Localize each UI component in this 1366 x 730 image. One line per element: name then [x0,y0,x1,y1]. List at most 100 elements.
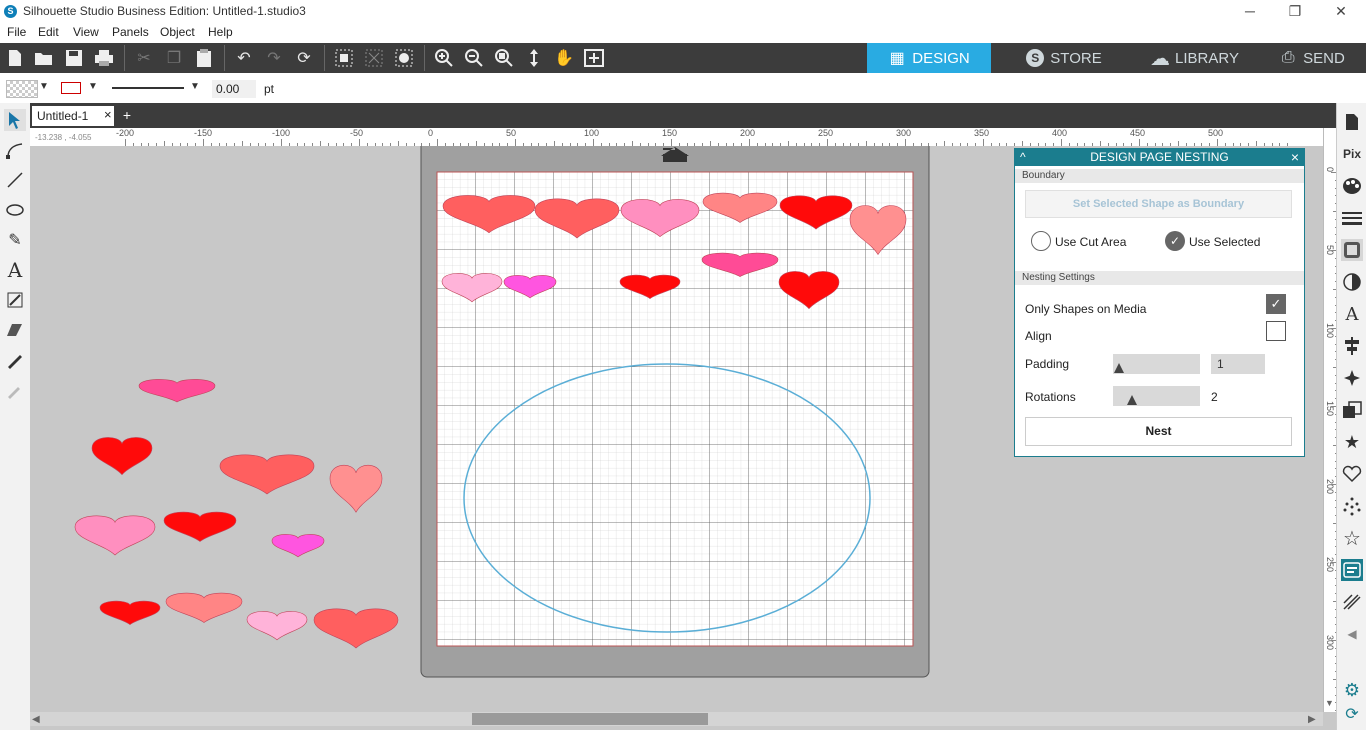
point-edit-tool-icon[interactable] [4,139,26,161]
set-boundary-button[interactable]: Set Selected Shape as Boundary [1025,190,1292,218]
fit-page-icon[interactable] [583,47,605,69]
eraser-tool-icon[interactable] [4,319,26,341]
line-color-swatch[interactable] [61,82,81,94]
padding-input[interactable]: 1 [1211,354,1265,374]
padding-slider-handle[interactable] [1114,363,1124,373]
heart-shape[interactable] [138,379,216,403]
line-style-dropdown-icon[interactable]: ▼ [190,81,200,92]
copy-icon[interactable]: ❐ [163,47,185,69]
compound-icon[interactable] [393,47,415,69]
heart-shape[interactable] [329,464,383,513]
only-shapes-checkbox[interactable]: ✓ [1266,294,1286,314]
knife-tool-icon[interactable] [4,349,26,371]
menu-panels[interactable]: Panels [112,25,149,39]
heart-shape[interactable] [91,437,153,476]
menu-view[interactable]: View [73,25,99,39]
tab-store[interactable]: S STORE [1004,43,1124,73]
use-cut-area-radio[interactable] [1031,231,1051,251]
align-icon[interactable] [1341,335,1363,357]
weld-icon[interactable] [1341,591,1363,613]
fill-dropdown-icon[interactable]: ▼ [39,81,49,92]
zoom-select-icon[interactable] [493,47,515,69]
offset-icon[interactable] [1341,463,1363,485]
tab-design[interactable]: ▦ DESIGN [867,43,991,73]
heart-shape[interactable] [163,511,237,542]
tab-send[interactable]: ⎙ SEND [1262,43,1362,73]
undo-icon[interactable]: ↶ [233,47,255,69]
pencil-tool-icon[interactable]: ✎ [4,229,26,251]
align-checkbox[interactable] [1266,321,1286,341]
zoom-out-icon[interactable] [463,47,485,69]
pixscan-icon[interactable]: Pix [1341,143,1363,165]
scroll-down-icon[interactable]: ▼ [1323,698,1336,712]
scrollbar-thumb[interactable] [472,713,708,725]
heart-shape[interactable] [246,611,308,641]
line-width-input[interactable]: 0.00 [212,80,256,98]
group-icon[interactable] [333,47,355,69]
page-setup-icon[interactable] [1341,111,1363,133]
menu-object[interactable]: Object [160,25,195,39]
padding-slider[interactable] [1113,354,1200,374]
heart-shape[interactable] [165,592,243,623]
ungroup-icon[interactable] [363,47,385,69]
scroll-left-icon[interactable]: ◀ [32,714,40,725]
line-color-dropdown-icon[interactable]: ▼ [88,81,98,92]
cut-icon[interactable]: ✂ [133,47,155,69]
move-icon[interactable] [523,47,545,69]
sync-icon[interactable]: ⟳ [1341,703,1363,725]
fill-swatch[interactable] [6,80,38,98]
scroll-right-icon[interactable]: ▶ [1308,714,1316,725]
tab-library[interactable]: ☁ LIBRARY [1130,43,1260,73]
line-style-preview[interactable] [112,87,184,89]
pan-hand-icon[interactable]: ✋ [553,47,575,69]
heart-shape[interactable] [74,515,156,556]
heart-shape[interactable] [219,454,315,495]
save-icon[interactable] [63,47,85,69]
heart-shape[interactable] [271,534,325,558]
zoom-in-icon[interactable] [433,47,455,69]
nest-button[interactable]: Nest [1025,417,1292,446]
close-button[interactable]: ✕ [1331,2,1351,20]
collapse-panel-icon[interactable]: ◀ [1341,623,1363,645]
horizontal-scrollbar[interactable]: ◀ ▶ [30,712,1323,726]
modify-icon[interactable] [1341,399,1363,421]
text-style-icon[interactable]: A [1341,303,1363,325]
menu-file[interactable]: File [7,25,26,39]
replicate-icon[interactable] [1341,367,1363,389]
line-tool-icon[interactable] [4,169,26,191]
sketch-star-icon[interactable]: ☆ [1341,527,1363,550]
print-icon[interactable] [93,47,115,69]
fill-palette-icon[interactable] [1341,175,1363,197]
eyedropper-tool-icon[interactable] [4,379,26,401]
line-style-icon[interactable] [1341,207,1363,229]
cut-settings-icon[interactable] [1341,239,1363,261]
document-tab[interactable]: Untitled-1 × [32,106,114,126]
rotations-slider[interactable] [1113,386,1200,406]
heart-shape[interactable] [99,600,161,625]
use-selected-radio[interactable]: ✓ [1165,231,1185,251]
redo-icon[interactable]: ↷ [263,47,285,69]
select-tool-icon[interactable] [4,109,26,131]
rotations-slider-handle[interactable] [1127,395,1137,405]
close-panel-icon[interactable]: × [1291,149,1299,166]
trace-icon[interactable] [1341,495,1363,517]
close-tab-icon[interactable]: × [104,107,112,122]
menu-help[interactable]: Help [208,25,233,39]
minimize-button[interactable]: ─ [1240,2,1260,20]
ellipse-tool-icon[interactable] [4,199,26,221]
contrast-icon[interactable] [1341,271,1363,293]
settings-gear-icon[interactable]: ⚙ [1341,679,1363,701]
nesting-icon[interactable] [1341,559,1363,581]
text-tool-icon[interactable]: A [4,258,26,282]
favorites-star-icon[interactable]: ★ [1341,431,1363,453]
open-folder-icon[interactable] [33,47,55,69]
new-file-icon[interactable] [4,47,26,69]
collapse-panel-chevron-icon[interactable]: ^ [1020,149,1026,166]
restore-button[interactable]: ❐ [1285,2,1305,20]
redraw-icon[interactable]: ⟳ [293,47,315,69]
paste-icon[interactable] [193,47,215,69]
menu-edit[interactable]: Edit [38,25,59,39]
heart-shape[interactable] [313,608,399,649]
draw-tool-icon[interactable] [4,289,26,311]
add-tab-icon[interactable]: + [118,106,136,124]
